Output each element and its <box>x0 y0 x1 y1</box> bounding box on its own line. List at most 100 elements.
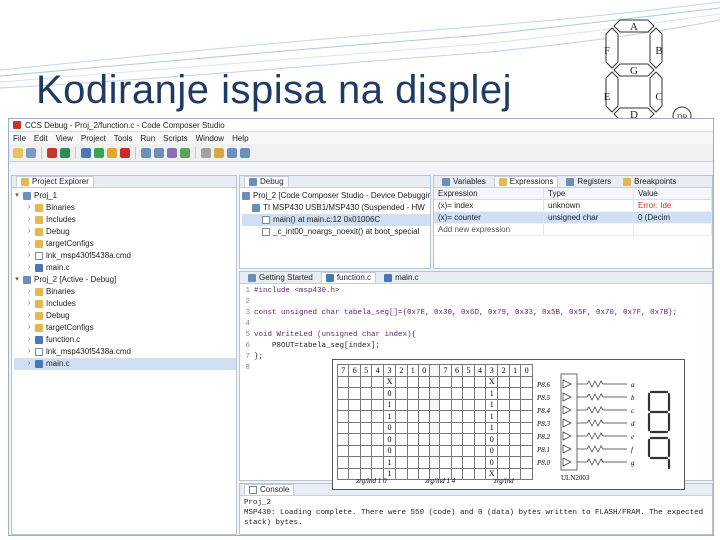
tree-item[interactable]: › lnk_msp430f5438a.cmd <box>14 250 236 262</box>
collapse-arrow-icon[interactable]: › <box>26 322 32 334</box>
tab-registers[interactable]: Registers <box>562 176 615 187</box>
tree-item[interactable]: › Includes <box>14 298 236 310</box>
editor-tab-main-c[interactable]: main.c <box>380 272 423 283</box>
tree-item[interactable]: › Includes <box>14 214 236 226</box>
code-line: 1 #include <msp430.h> <box>240 286 712 297</box>
column-expression[interactable]: Expression <box>434 188 544 199</box>
terminate-icon[interactable] <box>120 147 130 158</box>
resume-icon[interactable] <box>94 147 104 158</box>
collapse-arrow-icon[interactable]: › <box>26 310 32 322</box>
menu-item-window[interactable]: Window <box>196 134 224 143</box>
truth-table-cell <box>473 410 487 423</box>
tab-expressions[interactable]: Expressions <box>493 176 559 187</box>
open-folder-icon[interactable] <box>214 147 224 158</box>
tree-item[interactable]: › Binaries <box>14 286 236 298</box>
tree-item[interactable]: › Binaries <box>14 202 236 214</box>
collapse-arrow-icon[interactable]: › <box>26 358 32 370</box>
step-return-icon[interactable] <box>154 147 164 158</box>
c-file-icon <box>384 273 393 282</box>
tree-item[interactable]: › main.c <box>14 262 236 274</box>
truth-table-cell <box>371 421 384 434</box>
tree-item[interactable]: › main.c <box>14 358 236 370</box>
collapse-arrow-icon[interactable]: › <box>26 298 32 310</box>
truth-table-row: 10 <box>336 456 533 469</box>
expression-row[interactable]: (x)= counter unsigned char 0 (Decim <box>434 212 712 224</box>
menu-item-tools[interactable]: Tools <box>114 134 133 143</box>
truth-table-header-cell: 3 <box>382 364 397 377</box>
tab-console[interactable]: Console <box>244 484 295 495</box>
truth-table-cell <box>473 421 487 434</box>
tree-item[interactable]: › function.c <box>14 334 236 346</box>
expression-row[interactable]: (x)= index unknown Error: Ide <box>434 200 712 212</box>
debug-icon[interactable] <box>47 147 57 158</box>
collapse-arrow-icon[interactable]: › <box>26 262 32 274</box>
truth-table-cell <box>336 444 350 457</box>
restart-icon[interactable] <box>180 147 190 158</box>
collapse-arrow-icon[interactable]: › <box>26 238 32 250</box>
truth-table-cell <box>395 398 408 411</box>
menu-item-project[interactable]: Project <box>81 134 106 143</box>
suspend-icon[interactable] <box>107 147 117 158</box>
menu-item-view[interactable]: View <box>56 134 73 143</box>
tree-item[interactable]: › targetConfigs <box>14 238 236 250</box>
collapse-arrow-icon[interactable]: › <box>26 214 32 226</box>
project-tree: ▾ Proj_1 › Binaries › Includes › Debug › targetCo… <box>12 188 236 370</box>
slide-title: Kodiranje ispisa na displej <box>36 68 512 112</box>
navigate-back-icon[interactable] <box>227 147 237 158</box>
c-file-icon <box>325 274 334 282</box>
tab-debug[interactable]: Debug <box>244 176 289 187</box>
collapse-arrow-icon[interactable]: › <box>26 250 32 262</box>
debug-stack-item[interactable]: TI MSP430 USB1/MSP430 (Suspended - HW <box>242 202 430 214</box>
tree-item[interactable]: › targetConfigs <box>14 322 236 334</box>
collapse-arrow-icon[interactable]: › <box>26 346 32 358</box>
expand-arrow-icon[interactable]: ▾ <box>14 190 20 202</box>
port-pin-label: P8.2 <box>536 433 551 441</box>
segment-f-label: F <box>604 45 610 57</box>
folder-icon <box>35 228 43 236</box>
debug-stack-item[interactable]: _c_int00_noargs_noexit() at boot_special <box>242 226 430 238</box>
navigate-forward-icon[interactable] <box>240 147 250 158</box>
tab-variables[interactable]: Variables <box>438 176 490 187</box>
truth-table-cell <box>336 375 350 388</box>
build-icon[interactable] <box>60 147 70 158</box>
expand-arrow-icon[interactable]: ▾ <box>14 274 20 286</box>
tree-item[interactable]: ▾ Proj_1 <box>14 190 236 202</box>
truth-table-header-cell: 5 <box>359 364 373 377</box>
menu-item-file[interactable]: File <box>13 134 26 143</box>
tab-breakpoints[interactable]: Breakpoints <box>619 176 680 187</box>
editor-tab-getting-started[interactable]: Getting Started <box>244 272 317 283</box>
segment-e-label: E <box>604 91 611 103</box>
tree-item[interactable]: ▾ Proj_2 [Active - Debug] <box>14 274 236 286</box>
collapse-arrow-icon[interactable]: › <box>26 226 32 238</box>
collapse-arrow-icon[interactable]: › <box>26 286 32 298</box>
truth-table-cell <box>508 456 522 469</box>
buffer-gate-icon <box>562 444 572 454</box>
new-icon[interactable] <box>13 147 23 158</box>
debug-stack-item[interactable]: main() at main.c:12 0x01006C <box>242 214 430 226</box>
tree-item[interactable]: › Debug <box>14 310 236 322</box>
search-icon[interactable] <box>201 147 211 158</box>
truth-table-cell <box>417 375 431 388</box>
tree-item[interactable]: › lnk_msp430f5438a.cmd <box>14 346 236 358</box>
expressions-panel-header: Variables Expressions Registers Breakpoints <box>434 176 712 188</box>
menu-item-edit[interactable]: Edit <box>34 134 48 143</box>
debug-stack-item[interactable]: Proj_2 [Code Composer Studio - Device De… <box>242 190 430 202</box>
column-type[interactable]: Type <box>544 188 634 199</box>
collapse-arrow-icon[interactable]: › <box>26 334 32 346</box>
truth-table-row: 11 <box>336 410 533 423</box>
expression-row[interactable]: Add new expression <box>434 224 712 236</box>
menu-item-help[interactable]: Help <box>232 134 248 143</box>
column-value[interactable]: Value <box>634 188 712 199</box>
tab-project-explorer[interactable]: Project Explorer <box>16 176 94 187</box>
reset-icon[interactable] <box>167 147 177 158</box>
step-into-icon[interactable] <box>81 147 91 158</box>
menu-item-scripts[interactable]: Scripts <box>163 134 187 143</box>
menu-item-run[interactable]: Run <box>140 134 155 143</box>
step-over-icon[interactable] <box>141 147 151 158</box>
tree-item[interactable]: › Debug <box>14 226 236 238</box>
editor-tab-function-c[interactable]: function.c <box>320 272 377 283</box>
truth-table-cell <box>429 375 441 388</box>
truth-table-cell: X <box>485 375 499 388</box>
collapse-arrow-icon[interactable]: › <box>26 202 32 214</box>
save-icon[interactable] <box>26 147 36 158</box>
